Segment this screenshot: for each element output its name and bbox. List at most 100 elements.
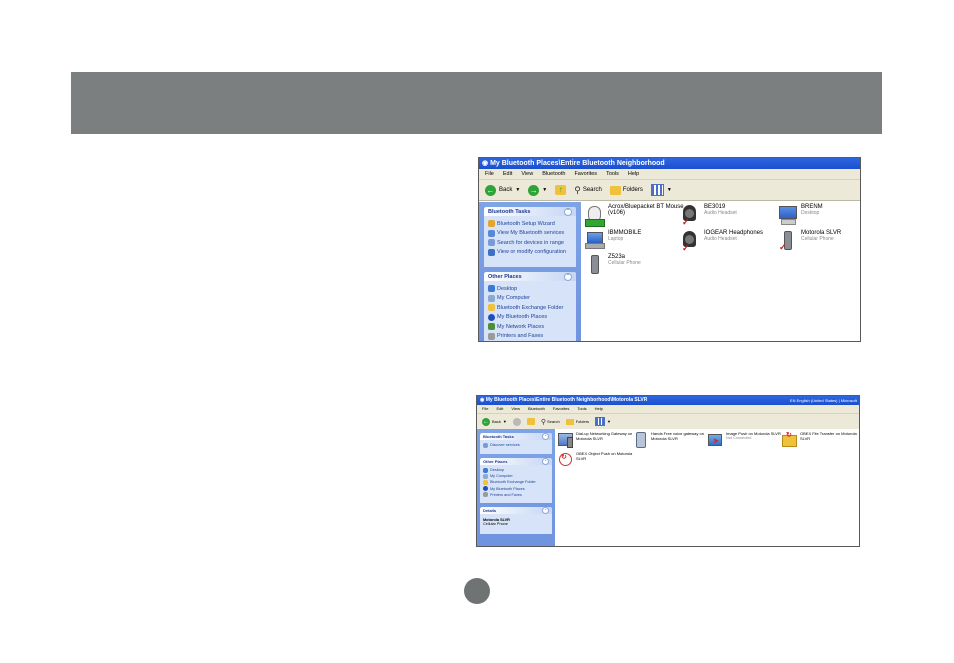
device-item[interactable]: IBMMOBILE Laptop <box>585 230 641 252</box>
device-item[interactable]: ✓ Motorola SLVR Cellular Phone <box>778 230 841 252</box>
task-discover-services[interactable]: Discover services <box>480 442 552 448</box>
device-item[interactable]: ✓ IOGEAR Headphones Audio Headset <box>681 230 763 253</box>
forward-button[interactable] <box>512 417 521 426</box>
place-label: My Computer <box>497 295 531 302</box>
header-banner <box>71 72 882 134</box>
title-right-label: Microsoft <box>840 398 857 403</box>
menu-tools[interactable]: Tools <box>577 405 586 413</box>
collapse-icon[interactable]: ˆ <box>542 433 549 440</box>
up-folder-button[interactable]: ↑ <box>555 185 567 195</box>
task-view-configuration[interactable]: View or modify configuration <box>484 248 576 258</box>
menu-edit[interactable]: Edit <box>503 169 512 179</box>
details-header[interactable]: Details ˆ <box>480 507 552 514</box>
folders-button[interactable]: Folders <box>565 418 589 425</box>
menu-bluetooth[interactable]: Bluetooth <box>528 405 545 413</box>
back-label: Back <box>499 187 513 193</box>
window-content: Bluetooth Tasks ˆ Bluetooth Setup Wizard… <box>479 202 860 341</box>
service-name: SLVR <box>800 436 811 441</box>
menu-help[interactable]: Help <box>595 405 603 413</box>
menu-favorites[interactable]: Favorites <box>574 169 597 179</box>
place-printers-faxes[interactable]: Printers and Faxes <box>480 492 552 498</box>
details-device-type: Cellular Phone <box>483 522 508 526</box>
back-button[interactable]: ← Back ▼ <box>482 417 507 426</box>
service-item[interactable]: Hands Free voice gateway on Motorola SLVR <box>632 431 704 448</box>
forward-button[interactable]: → ▼ <box>528 184 548 196</box>
views-button[interactable]: ▼ <box>650 184 672 196</box>
arrow-icon: ↻ <box>561 454 567 461</box>
other-places-header[interactable]: Other Places ˆ <box>484 272 576 281</box>
folders-button[interactable]: Folders <box>609 185 643 195</box>
device-item[interactable]: BRENM Desktop <box>778 204 823 226</box>
computer-icon <box>488 294 495 302</box>
other-places-header[interactable]: Other Places ˆ <box>480 458 552 465</box>
up-folder-button[interactable] <box>526 418 535 425</box>
menu-view[interactable]: View <box>521 169 533 179</box>
device-type: Desktop <box>801 210 820 216</box>
collapse-icon[interactable]: ˆ <box>542 507 549 514</box>
menu-edit[interactable]: Edit <box>496 405 503 413</box>
headset-icon: ✓ <box>681 204 699 227</box>
search-button[interactable]: ⚲ Search <box>541 418 560 426</box>
place-label: My Network Places <box>497 323 545 330</box>
bluetooth-tasks-header[interactable]: Bluetooth Tasks ˆ <box>480 433 552 440</box>
back-button[interactable]: ← Back ▼ <box>485 184 520 196</box>
menu-bluetooth[interactable]: Bluetooth <box>542 169 565 179</box>
service-name: SLVR <box>576 456 587 461</box>
device-type: Audio Headset <box>704 210 737 216</box>
window-content: Bluetooth Tasks ˆ Discover services Othe… <box>477 429 859 546</box>
task-view-services[interactable]: View My Bluetooth services <box>484 229 576 239</box>
task-setup-wizard[interactable]: Bluetooth Setup Wizard <box>484 219 576 229</box>
task-pane: Bluetooth Tasks ˆ Bluetooth Setup Wizard… <box>479 202 581 341</box>
window-title-bar[interactable]: ◉ My Bluetooth Places\Entire Bluetooth N… <box>477 396 859 405</box>
menu-bar: File Edit View Bluetooth Favorites Tools… <box>477 405 859 414</box>
title-right-info: EN English (United States) | Microsoft <box>789 398 857 403</box>
views-button[interactable]: ▼ <box>595 417 611 426</box>
task-label: Search for devices in range <box>497 239 564 246</box>
phone-icon <box>585 254 603 276</box>
place-my-computer[interactable]: My Computer <box>484 294 576 304</box>
menu-favorites[interactable]: Favorites <box>553 405 569 413</box>
search-icon: ⚲ <box>574 184 581 195</box>
menu-help[interactable]: Help <box>628 169 639 179</box>
service-item[interactable]: ↻ OBEX File Transfer on Motorola SLVR <box>781 431 857 447</box>
check-icon: ✓ <box>779 242 787 252</box>
place-exchange-folder[interactable]: Bluetooth Exchange Folder <box>484 303 576 313</box>
task-search-devices[interactable]: Search for devices in range <box>484 238 576 248</box>
forward-arrow-icon <box>512 417 521 426</box>
service-item[interactable]: ↻ OBEX Object Push on Motorola SLVR <box>557 451 632 467</box>
menu-view[interactable]: View <box>511 405 520 413</box>
menu-tools[interactable]: Tools <box>606 169 619 179</box>
forward-arrow-icon: → <box>528 184 540 196</box>
place-printers-faxes[interactable]: Printers and Faxes <box>484 332 576 342</box>
search-button[interactable]: ⚲ Search <box>574 185 602 196</box>
menu-file[interactable]: File <box>482 405 488 413</box>
menu-file[interactable]: File <box>485 169 494 179</box>
search-label: Search <box>547 419 560 424</box>
bluetooth-icon <box>483 486 488 492</box>
place-desktop[interactable]: Desktop <box>484 284 576 294</box>
device-type: Cellular Phone <box>608 260 641 266</box>
panel-title: Other Places <box>488 273 522 280</box>
views-icon <box>650 184 664 196</box>
file-transfer-icon: ↻ <box>781 431 797 447</box>
device-type: Audio Headset <box>704 236 737 242</box>
back-arrow-icon: ← <box>485 184 496 196</box>
device-item[interactable]: Acrox/Bluepacket BT Mouse (v106) <box>585 204 684 227</box>
bluetooth-tasks-header[interactable]: Bluetooth Tasks ˆ <box>484 207 576 216</box>
toolbar: ← Back ▼ ⚲ Search Folders ▼ <box>477 414 859 430</box>
device-item[interactable]: Z523a Cellular Phone <box>585 254 641 276</box>
collapse-icon[interactable]: ˆ <box>564 207 572 216</box>
collapse-icon[interactable]: ˆ <box>542 458 549 465</box>
service-item[interactable]: Dial-up Networking Gateway on Motorola SL… <box>557 431 632 448</box>
window-title-bar[interactable]: ◉ My Bluetooth Places\Entire Bluetooth N… <box>479 158 860 169</box>
task-label: View or modify configuration <box>497 249 566 256</box>
chevron-down-icon: ▼ <box>542 187 548 193</box>
place-label: My Computer <box>490 474 513 479</box>
place-network-places[interactable]: My Network Places <box>484 322 576 332</box>
check-icon: ✓ <box>682 243 690 253</box>
menu-bar: File Edit View Bluetooth Favorites Tools… <box>479 169 860 180</box>
collapse-icon[interactable]: ˆ <box>564 272 572 281</box>
service-item[interactable]: ➤ Image Push on Motorola SLVR Not Connect… <box>707 431 781 447</box>
place-bluetooth-places[interactable]: My Bluetooth Places <box>484 313 576 323</box>
device-item[interactable]: ✓ BE3019 Audio Headset <box>681 204 737 227</box>
